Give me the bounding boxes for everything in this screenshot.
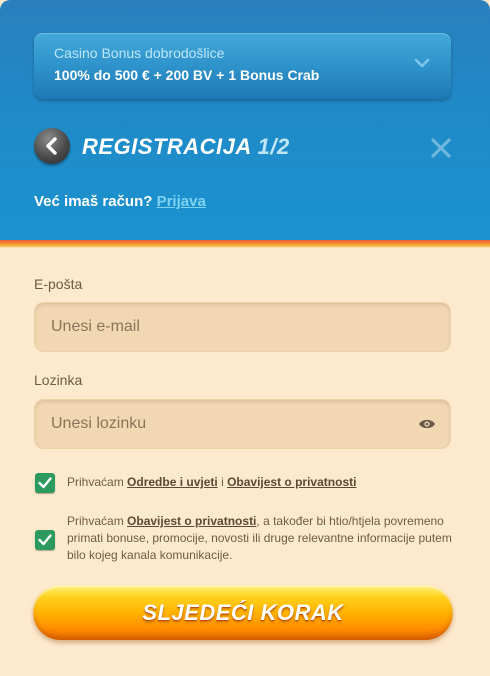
- email-field-wrapper: [34, 302, 451, 352]
- close-icon[interactable]: [430, 137, 452, 159]
- bonus-offer: 100% do 500 € + 200 BV + 1 Bonus Crab: [54, 67, 320, 83]
- password-label: Lozinka: [34, 372, 83, 388]
- terms-prefix: Prihvaćam: [67, 475, 124, 489]
- page-title: REGISTRACIJA 1/2: [82, 134, 290, 160]
- next-step-button[interactable]: SLJEDEĆI KORAK: [33, 585, 453, 640]
- password-field-wrapper: [34, 399, 451, 449]
- eye-icon[interactable]: [418, 417, 436, 431]
- login-link[interactable]: Prijava: [157, 193, 206, 210]
- terms-joiner: i: [221, 475, 224, 489]
- registration-modal: Casino Bonus dobrodošlice 100% do 500 € …: [0, 0, 490, 676]
- terms-checkbox[interactable]: [35, 473, 55, 493]
- privacy-link[interactable]: Obavijest o privatnosti: [227, 475, 356, 489]
- header-stripe: [0, 240, 490, 248]
- checkmark-icon: [38, 534, 52, 546]
- back-button[interactable]: [34, 128, 70, 164]
- email-label: E-pošta: [34, 276, 83, 292]
- terms-link[interactable]: Odredbe i uvjeti: [127, 475, 218, 489]
- modal-header: Casino Bonus dobrodošlice 100% do 500 € …: [0, 0, 490, 240]
- marketing-rest: , a također bi htio/htjela povremeno pri…: [67, 514, 452, 562]
- marketing-prefix: Prihvaćam: [67, 514, 124, 528]
- email-field[interactable]: [35, 303, 450, 351]
- marketing-privacy-link[interactable]: Obavijest o privatnosti: [127, 514, 256, 528]
- chevron-down-icon[interactable]: [413, 54, 431, 72]
- back-arrow-icon: [46, 137, 57, 155]
- marketing-consent-text: Prihvaćam Obavijest o privatnosti, a tak…: [67, 513, 452, 564]
- login-prompt: Već imaš račun? Prijava: [34, 193, 206, 210]
- checkmark-icon: [38, 477, 52, 489]
- password-field[interactable]: [35, 400, 450, 448]
- marketing-checkbox[interactable]: [35, 530, 55, 550]
- terms-consent-text: Prihvaćam Odredbe i uvjeti i Obavijest o…: [67, 474, 452, 491]
- step-indicator: 1/2: [257, 134, 290, 159]
- bonus-selector[interactable]: Casino Bonus dobrodošlice 100% do 500 € …: [34, 33, 451, 99]
- bonus-title: Casino Bonus dobrodošlice: [54, 45, 225, 61]
- next-step-label: SLJEDEĆI KORAK: [142, 600, 344, 625]
- login-prompt-text: Već imaš račun?: [34, 193, 153, 210]
- page-title-text: REGISTRACIJA: [82, 134, 251, 159]
